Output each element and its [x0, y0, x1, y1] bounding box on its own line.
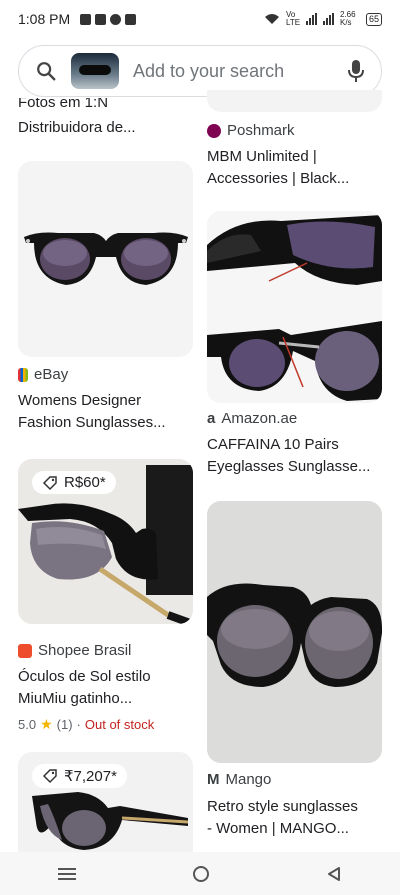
- title-line2: Fashion Sunglasses...: [18, 414, 166, 431]
- signal-icon-2: [322, 13, 334, 25]
- tag-icon: [42, 475, 57, 490]
- result-source-amazon[interactable]: a Amazon.ae: [207, 410, 297, 427]
- rating-count: (1): [56, 717, 73, 732]
- title-line2: Eyeglasses Sunglasse...: [207, 458, 371, 475]
- network-speed: 2.66 K/s: [339, 10, 356, 27]
- result-rating: 5.0 ★ (1) · Out of stock: [18, 716, 154, 733]
- star-icon: ★: [40, 716, 53, 732]
- result-source-ebay[interactable]: eBay: [18, 366, 68, 383]
- result-title-amazon[interactable]: CAFFAINA 10 Pairs Eyeglasses Sunglasse..…: [207, 434, 385, 478]
- result-image-partial[interactable]: [207, 90, 382, 112]
- network-type: Vo LTE: [285, 10, 301, 27]
- status-system-icons: Vo LTE 2.66 K/s 65: [264, 11, 382, 27]
- tag-icon: [42, 769, 57, 784]
- sunglasses-image: [18, 161, 193, 357]
- notification-icon: [80, 13, 92, 25]
- signal-icon: [305, 13, 317, 25]
- result-title-shopee[interactable]: Óculos de Sol estilo MiuMiu gatinho...: [18, 666, 196, 710]
- result-source-poshmark[interactable]: Poshmark: [207, 122, 295, 139]
- result-image-bottom[interactable]: ₹7,207*: [18, 752, 193, 852]
- title-line1: Retro style sunglasses: [207, 798, 358, 815]
- result-title-poshmark[interactable]: MBM Unlimited | Accessories | Black...: [207, 146, 385, 190]
- price-badge: ₹7,207*: [32, 764, 127, 788]
- home-circle-icon[interactable]: [192, 865, 210, 883]
- result-source-mango[interactable]: M Mango: [207, 771, 271, 788]
- source-name: Shopee Brasil: [38, 642, 132, 659]
- rating-value: 5.0: [18, 717, 37, 732]
- title-line1: MBM Unlimited |: [207, 148, 317, 165]
- back-triangle-icon[interactable]: [326, 866, 342, 882]
- result-image-ebay[interactable]: [18, 161, 193, 357]
- result-image-amazon[interactable]: [207, 211, 382, 403]
- price-badge: R$60*: [32, 471, 116, 494]
- title-line1: CAFFAINA 10 Pairs: [207, 436, 339, 453]
- result-image-shopee[interactable]: R$60*: [18, 459, 193, 624]
- battery-level: 65: [365, 12, 382, 26]
- source-name: Amazon.ae: [221, 410, 298, 427]
- mic-icon[interactable]: [347, 59, 365, 83]
- result-source-shopee[interactable]: Shopee Brasil: [18, 642, 131, 659]
- price-value: R$60*: [64, 474, 106, 491]
- result-image-mango[interactable]: [207, 501, 382, 763]
- system-nav-bar: [0, 852, 400, 895]
- mango-icon: M: [207, 771, 220, 788]
- title-line2: - Women | MANGO...: [207, 820, 349, 837]
- ebay-icon: [18, 367, 28, 382]
- wifi-icon: [264, 14, 279, 24]
- source-name: eBay: [34, 366, 69, 383]
- source-name: Poshmark: [227, 122, 295, 139]
- result-title-line1: Fotos em 1:N: [18, 98, 109, 111]
- result-title-partial[interactable]: Fotos em 1:N: [18, 98, 196, 115]
- result-title-ebay[interactable]: Womens Designer Fashion Sunglasses...: [18, 390, 196, 434]
- result-title-mango[interactable]: Retro style sunglasses - Women | MANGO..…: [207, 796, 385, 840]
- result-title[interactable]: Distribuidora de...: [18, 117, 196, 139]
- search-icon[interactable]: [35, 60, 57, 82]
- sunglasses-image: [207, 211, 382, 403]
- search-input[interactable]: Add to your search: [133, 61, 347, 82]
- title-line2: MiuMiu gatinho...: [18, 690, 133, 707]
- whatsapp-icon: [110, 13, 122, 25]
- sunglasses-image: [207, 501, 382, 763]
- status-notification-icons: [80, 13, 137, 25]
- shopee-icon: [18, 643, 32, 658]
- search-image-thumbnail[interactable]: [71, 53, 119, 89]
- facebook-icon: [95, 13, 107, 25]
- youtube-icon: [125, 13, 137, 25]
- menu-icon[interactable]: [58, 867, 76, 881]
- status-time: 1:08 PM: [18, 11, 71, 27]
- title-line1: Óculos de Sol estilo: [18, 668, 151, 685]
- stock-status: Out of stock: [84, 717, 155, 732]
- amazon-icon: a: [207, 410, 216, 427]
- title-line2: Accessories | Black...: [207, 170, 350, 187]
- poshmark-icon: [207, 123, 221, 138]
- price-value: ₹7,207*: [64, 768, 117, 785]
- result-title-line2: Distribuidora de...: [18, 119, 136, 136]
- status-bar: 1:08 PM Vo LTE 2.66 K/s 65: [0, 0, 400, 38]
- separator: ·: [76, 717, 81, 732]
- title-line1: Womens Designer: [18, 392, 142, 409]
- source-name: Mango: [225, 771, 272, 788]
